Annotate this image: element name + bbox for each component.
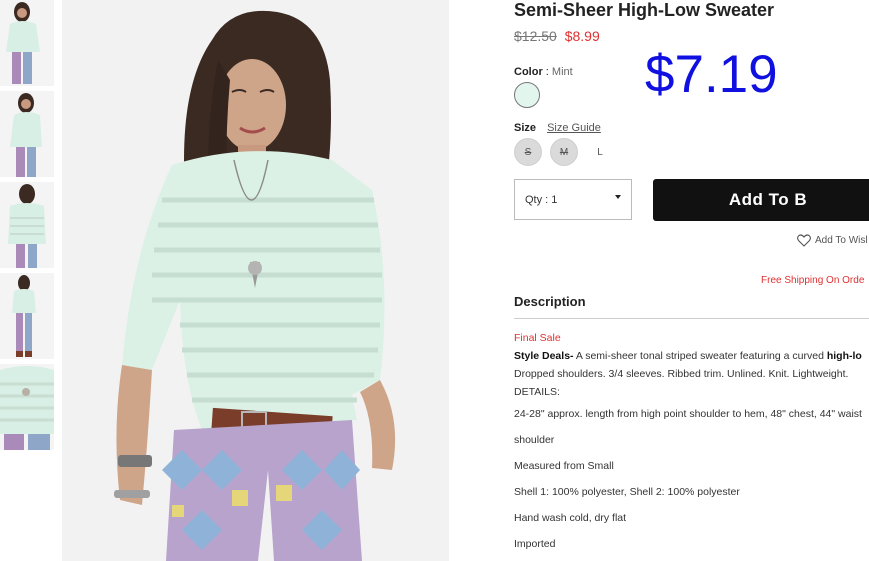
heart-icon [797, 234, 811, 247]
detail-item: 24-28" approx. length from high point sh… [514, 408, 862, 420]
size-option-label: L [597, 146, 603, 158]
color-value: Mint [551, 66, 573, 78]
size-guide-link[interactable]: Size Guide [547, 122, 601, 134]
price-row: $12.50 $8.99 [514, 28, 600, 44]
original-price: $12.50 [514, 28, 557, 44]
size-option-l[interactable]: L [586, 138, 614, 166]
size-option-label: M [559, 146, 569, 158]
detail-item: Imported [514, 538, 556, 550]
size-label-row: Size Size Guide [514, 122, 601, 134]
detail-item: Hand wash cold, dry flat [514, 512, 627, 524]
free-shipping-link[interactable]: Free Shipping On Orde [761, 275, 864, 286]
wishlist-label: Add To Wisl [815, 235, 868, 246]
quantity-value: Qty : 1 [525, 193, 558, 206]
description-heading: Description [514, 294, 586, 309]
style-deals-bold: high-lo [826, 350, 862, 362]
sale-price: $8.99 [564, 28, 600, 44]
product-main-image[interactable] [62, 0, 449, 561]
size-option-m[interactable]: M [550, 138, 578, 166]
thumbnail-3[interactable] [0, 182, 54, 268]
thumbnail-5[interactable] [0, 364, 54, 450]
thumbnail-1[interactable] [0, 0, 54, 86]
size-option-label: S [524, 146, 532, 158]
size-label: Size [514, 122, 537, 134]
style-deals-text: A semi-sheer tonal striped sweater featu… [573, 350, 827, 362]
product-title: Semi-Sheer High-Low Sweater [514, 0, 775, 20]
add-to-bag-button[interactable]: Add To B [653, 179, 869, 221]
detail-item: Shell 1: 100% polyester, Shell 2: 100% p… [514, 486, 740, 498]
detail-item: Measured from Small [514, 460, 614, 472]
color-label-row: Color : Mint [514, 66, 573, 78]
add-to-wishlist-link[interactable]: Add To Wisl [797, 234, 868, 247]
chevron-down-icon [615, 195, 621, 199]
thumbnail-2[interactable] [0, 91, 54, 177]
details-label: DETAILS: [514, 386, 560, 398]
style-deals-line: Style Deals- A semi-sheer tonal striped … [514, 350, 862, 362]
style-deals-label: Style Deals- [514, 350, 574, 362]
size-option-s[interactable]: S [514, 138, 542, 166]
description-divider [514, 318, 869, 319]
detail-item: shoulder [514, 434, 555, 446]
overlay-price: $7.19 [645, 45, 778, 104]
final-sale-label: Final Sale [514, 332, 561, 344]
quantity-select[interactable]: Qty : 1 [514, 179, 632, 220]
thumbnail-4[interactable] [0, 273, 54, 359]
color-separator: : [545, 66, 549, 78]
description-line-2: Dropped shoulders. 3/4 sleeves. Ribbed t… [514, 368, 849, 380]
color-swatch-mint[interactable] [514, 82, 540, 108]
color-label: Color [514, 66, 543, 78]
